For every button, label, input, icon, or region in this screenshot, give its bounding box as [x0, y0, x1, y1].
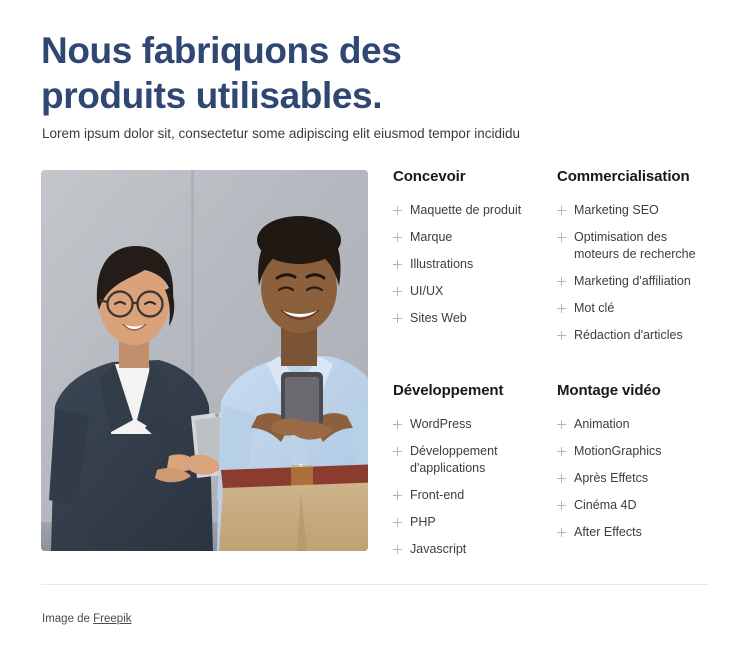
list-item-label: Rédaction d'articles — [574, 328, 683, 342]
plus-icon — [557, 474, 566, 483]
plus-icon — [393, 287, 402, 296]
plus-icon — [557, 501, 566, 510]
list-item[interactable]: PHP — [393, 514, 557, 531]
list-item[interactable]: Marque — [393, 229, 557, 246]
list-item-label: MotionGraphics — [574, 444, 662, 458]
plus-icon — [557, 206, 566, 215]
plus-icon — [393, 314, 402, 323]
landing-page: Nous fabriquons des produits utilisables… — [0, 0, 750, 663]
image-credit-prefix: Image de — [42, 613, 94, 625]
team-photo-illustration — [41, 170, 368, 551]
plus-icon — [557, 528, 566, 537]
plus-icon — [393, 233, 402, 242]
list-item-label: Après Effetcs — [574, 471, 649, 485]
service-list: Marketing SEO Optimisation des moteurs d… — [557, 202, 713, 344]
list-item-label: PHP — [410, 515, 436, 529]
list-item-label: Développement d'applications — [410, 444, 498, 475]
list-item[interactable]: Sites Web — [393, 310, 557, 327]
service-list: WordPress Développement d'applications F… — [393, 416, 557, 558]
list-item-label: Cinéma 4D — [574, 498, 637, 512]
list-item[interactable]: Développement d'applications — [393, 443, 557, 477]
list-item-label: After Effects — [574, 525, 642, 539]
page-subtitle: Lorem ipsum dolor sit, consectetur some … — [42, 126, 520, 141]
list-item[interactable]: Rédaction d'articles — [557, 327, 713, 344]
column-heading: Montage vidéo — [557, 382, 661, 399]
plus-icon — [393, 545, 402, 554]
services-column-montage-video: Montage vidéo Animation MotionGraphics A… — [557, 382, 713, 568]
list-item-label: UI/UX — [410, 284, 444, 298]
list-item-label: Optimisation des moteurs de recherche — [574, 230, 696, 261]
team-photo — [41, 170, 368, 551]
services-row-1: Concevoir Maquette de produit Marque Ill… — [393, 168, 713, 354]
footer-divider — [41, 584, 709, 585]
list-item[interactable]: MotionGraphics — [557, 443, 713, 460]
services-grid: Concevoir Maquette de produit Marque Ill… — [393, 168, 713, 568]
plus-icon — [557, 447, 566, 456]
list-item[interactable]: Marketing SEO — [557, 202, 713, 219]
list-item[interactable]: Javascript — [393, 541, 557, 558]
plus-icon — [557, 277, 566, 286]
column-heading: Développement — [393, 382, 504, 399]
plus-icon — [393, 491, 402, 500]
list-item-label: Marque — [410, 230, 453, 244]
list-item[interactable]: Après Effetcs — [557, 470, 713, 487]
plus-icon — [557, 233, 566, 242]
column-heading: Concevoir — [393, 168, 466, 185]
list-item-label: Maquette de produit — [410, 203, 522, 217]
list-item-label: Mot clé — [574, 301, 615, 315]
list-item-label: Marketing d'affiliation — [574, 274, 691, 288]
list-item[interactable]: Cinéma 4D — [557, 497, 713, 514]
services-column-developpement: Développement WordPress Développement d'… — [393, 382, 557, 568]
list-item-label: Sites Web — [410, 311, 467, 325]
list-item[interactable]: WordPress — [393, 416, 557, 433]
list-item-label: Illustrations — [410, 257, 474, 271]
list-item-label: Javascript — [410, 542, 467, 556]
service-list: Animation MotionGraphics Après Effetcs C… — [557, 416, 713, 541]
plus-icon — [557, 331, 566, 340]
list-item[interactable]: Mot clé — [557, 300, 713, 317]
services-column-concevoir: Concevoir Maquette de produit Marque Ill… — [393, 168, 557, 354]
plus-icon — [393, 260, 402, 269]
list-item-label: Front-end — [410, 488, 465, 502]
list-item[interactable]: Optimisation des moteurs de recherche — [557, 229, 713, 263]
list-item-label: WordPress — [410, 417, 472, 431]
page-title: Nous fabriquons des produits utilisables… — [41, 30, 402, 116]
list-item[interactable]: Maquette de produit — [393, 202, 557, 219]
list-item-label: Animation — [574, 417, 630, 431]
plus-icon — [393, 420, 402, 429]
image-credit: Image de Freepik — [42, 612, 132, 627]
service-list: Maquette de produit Marque Illustrations… — [393, 202, 557, 327]
plus-icon — [557, 304, 566, 313]
freepik-link[interactable]: Freepik — [93, 613, 131, 625]
services-column-commercialisation: Commercialisation Marketing SEO Optimisa… — [557, 168, 713, 354]
list-item[interactable]: Front-end — [393, 487, 557, 504]
plus-icon — [393, 447, 402, 456]
plus-icon — [393, 206, 402, 215]
services-row-2: Développement WordPress Développement d'… — [393, 382, 713, 568]
list-item[interactable]: Marketing d'affiliation — [557, 273, 713, 290]
list-item[interactable]: UI/UX — [393, 283, 557, 300]
list-item[interactable]: Animation — [557, 416, 713, 433]
column-heading: Commercialisation — [557, 168, 690, 185]
plus-icon — [393, 518, 402, 527]
list-item[interactable]: After Effects — [557, 524, 713, 541]
list-item[interactable]: Illustrations — [393, 256, 557, 273]
plus-icon — [557, 420, 566, 429]
list-item-label: Marketing SEO — [574, 203, 659, 217]
